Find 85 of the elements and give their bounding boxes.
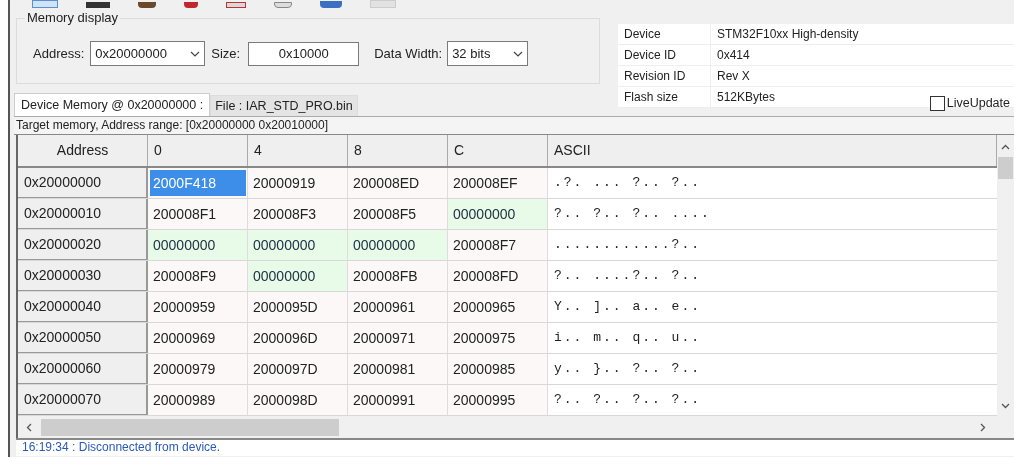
memory-cell[interactable]: 20000975	[450, 325, 546, 351]
info-label: Device	[618, 24, 711, 44]
memory-cell[interactable]: 00000000	[250, 232, 346, 258]
memory-cell[interactable]: 200008FB	[350, 263, 446, 289]
size-label: Size:	[211, 44, 241, 63]
scrollbar-thumb[interactable]	[41, 419, 339, 436]
memory-cell[interactable]: 20000969	[150, 325, 246, 351]
ascii-cell: ?.. ....?.. ?..	[548, 261, 997, 291]
ascii-cell: ?.. ?.. ?.. ?..	[548, 385, 997, 415]
column-header[interactable]: Address	[18, 135, 148, 166]
address-label: Address:	[33, 44, 85, 63]
address-cell: 0x20000010	[18, 199, 148, 229]
info-value: 0x414	[716, 47, 750, 64]
memory-cell[interactable]: 00000000	[250, 263, 346, 289]
memory-cell[interactable]: 20000959	[150, 294, 246, 320]
ascii-cell: i.. m.. q.. u..	[548, 323, 997, 353]
toolbar-button[interactable]	[226, 2, 246, 8]
column-header[interactable]: 4	[248, 135, 348, 166]
chevron-down-icon	[190, 50, 201, 57]
tab[interactable]: File : IAR_STD_PRO.bin	[210, 95, 358, 116]
memory-cell[interactable]: 20000991	[350, 387, 446, 413]
memory-cell[interactable]: 2000095D	[250, 294, 346, 320]
memory-cell[interactable]: 200008F1	[150, 201, 246, 227]
memory-cell[interactable]: 200008FD	[450, 263, 546, 289]
memory-cell[interactable]: 2000096D	[250, 325, 346, 351]
data-width-label: Data Width:	[374, 44, 443, 63]
memory-cell[interactable]: 200008F7	[450, 232, 546, 258]
memory-cell[interactable]: 2000098D	[250, 387, 346, 413]
address-cell: 0x20000020	[18, 230, 148, 260]
address-cell: 0x20000030	[18, 261, 148, 291]
tab[interactable]: Device Memory @ 0x20000000 :	[14, 93, 211, 116]
memory-cell[interactable]: 00000000	[350, 232, 446, 258]
toolbar-button[interactable]	[320, 1, 342, 8]
scrollbar-thumb[interactable]	[998, 157, 1013, 179]
live-update-checkbox[interactable]: LiveUpdate	[929, 94, 1010, 113]
toolbar-button[interactable]	[184, 2, 198, 8]
ascii-cell: ?.. ?.. ?.. ....	[548, 199, 997, 229]
address-range-text: Target memory, Address range: [0x20000000 0x20010000]	[16, 118, 328, 132]
scroll-left-icon[interactable]	[26, 423, 32, 432]
scroll-up-icon[interactable]	[1001, 144, 1010, 150]
scroll-down-icon[interactable]	[1001, 403, 1010, 409]
ascii-cell: y.. }.. ?.. ?..	[548, 354, 997, 384]
memory-cell[interactable]: 00000000	[450, 201, 546, 227]
ascii-cell: .?. ... ?.. ?..	[548, 168, 997, 198]
memory-cell[interactable]: 20000961	[350, 294, 446, 320]
info-label: Device ID	[618, 45, 711, 65]
memory-cell[interactable]: 20000989	[150, 387, 246, 413]
scroll-right-icon[interactable]	[980, 423, 986, 432]
address-cell: 0x20000040	[18, 292, 148, 322]
address-cell: 0x20000050	[18, 323, 148, 353]
info-value: STM32F10xx High-density	[716, 26, 859, 43]
log-line: 16:19:34 : Disconnected from device.	[21, 440, 222, 455]
ascii-cell: ............?..	[548, 230, 997, 260]
column-header[interactable]: 0	[148, 135, 248, 166]
memory-cell[interactable]: 00000000	[150, 232, 246, 258]
memory-cell[interactable]: 20000985	[450, 356, 546, 382]
chevron-down-icon	[513, 50, 524, 57]
toolbar-button[interactable]	[274, 2, 292, 8]
info-label: Flash size	[618, 87, 711, 107]
memory-cell[interactable]: 20000965	[450, 294, 546, 320]
memory-cell[interactable]: 200008ED	[350, 170, 446, 196]
ascii-cell: Y.. ].. a.. e..	[548, 292, 997, 322]
data-width-dropdown[interactable]: 32 bits	[447, 41, 529, 66]
column-header[interactable]: 8	[348, 135, 448, 166]
memory-cell[interactable]: 200008F9	[150, 263, 246, 289]
toolbar-button[interactable]	[138, 2, 156, 8]
address-cell: 0x20000070	[18, 385, 148, 415]
address-cell: 0x20000000	[18, 168, 148, 198]
info-value: Rev X	[716, 68, 750, 85]
memory-cell[interactable]: 20000995	[450, 387, 546, 413]
memory-cell[interactable]: 200008F3	[250, 201, 346, 227]
column-header[interactable]: C	[448, 135, 548, 166]
address-dropdown[interactable]: 0x20000000	[90, 41, 206, 66]
info-value: 512KBytes	[716, 89, 776, 106]
address-cell: 0x20000060	[18, 354, 148, 384]
toolbar-button[interactable]	[32, 0, 58, 8]
memory-cell[interactable]: 20000971	[350, 325, 446, 351]
info-label: Revision ID	[618, 66, 711, 86]
memory-cell[interactable]: 20000981	[350, 356, 446, 382]
memory-cell[interactable]: 20000919	[250, 170, 346, 196]
memory-cell[interactable]: 200008EF	[450, 170, 546, 196]
memory-cell[interactable]: 2000097D	[250, 356, 346, 382]
memory-cell[interactable]: 20000979	[150, 356, 246, 382]
size-field[interactable]: 0x10000	[248, 41, 360, 66]
memory-cell[interactable]: 200008F5	[350, 201, 446, 227]
